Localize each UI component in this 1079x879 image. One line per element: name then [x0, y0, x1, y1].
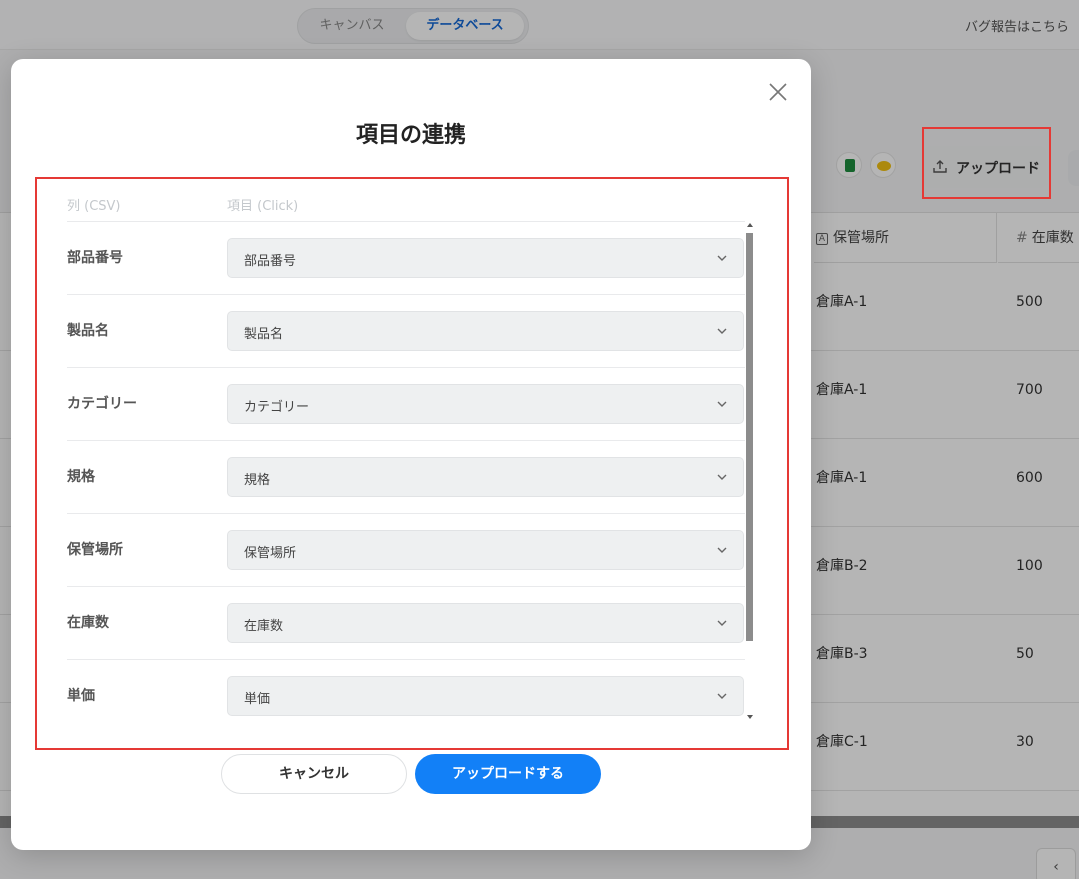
field-select-value: 製品名 [244, 327, 284, 342]
csv-column-label: 単価 [67, 688, 95, 704]
csv-column-label: カテゴリー [67, 396, 137, 412]
field-select[interactable]: 規格 [227, 457, 744, 497]
scrollbar-thumb[interactable] [746, 233, 753, 641]
mapping-row: 保管場所 保管場所 [67, 514, 745, 587]
chevron-down-icon [717, 620, 727, 626]
dialog-title: 項目の連携 [355, 123, 466, 148]
chevron-down-icon [717, 255, 727, 261]
close-icon[interactable] [767, 81, 789, 103]
csv-column-label: 規格 [67, 469, 95, 485]
csv-column-label: 在庫数 [67, 615, 109, 631]
field-select[interactable]: 部品番号 [227, 238, 744, 278]
field-select-value: 保管場所 [244, 546, 297, 561]
csv-column-label: 製品名 [67, 323, 109, 339]
scroll-down-arrow-icon[interactable] [747, 715, 753, 719]
mapping-column-headers: 列 (CSV) 項目 (Click) [67, 195, 757, 219]
field-mapping-dialog: 項目の連携 列 (CSV) 項目 (Click) 部品番号 部品番号 製品名 製… [11, 59, 811, 850]
field-select[interactable]: 保管場所 [227, 530, 744, 570]
chevron-down-icon [717, 474, 727, 480]
mapping-row: 規格 規格 [67, 441, 745, 514]
mapping-row: 部品番号 部品番号 [67, 222, 745, 295]
field-select[interactable]: 在庫数 [227, 603, 744, 643]
field-select-value: カテゴリー [244, 400, 310, 415]
chevron-down-icon [717, 328, 727, 334]
field-select-value: 部品番号 [244, 254, 297, 269]
mapping-row: カテゴリー カテゴリー [67, 368, 745, 441]
submit-upload-button[interactable]: アップロードする [415, 754, 601, 794]
mapping-list-scrollbar[interactable] [745, 221, 755, 721]
scroll-up-arrow-icon[interactable] [747, 223, 753, 227]
mapping-row: 製品名 製品名 [67, 295, 745, 368]
field-select-value: 在庫数 [244, 619, 284, 634]
cancel-button[interactable]: キャンセル [221, 754, 407, 794]
field-select-value: 規格 [244, 473, 271, 488]
field-select-value: 単価 [244, 692, 271, 707]
csv-column-label: 保管場所 [67, 542, 123, 558]
csv-column-label: 部品番号 [67, 250, 123, 266]
csv-column-header: 列 (CSV) [67, 199, 121, 214]
chevron-down-icon [717, 401, 727, 407]
field-select[interactable]: カテゴリー [227, 384, 744, 424]
chevron-down-icon [717, 547, 727, 553]
click-field-header: 項目 (Click) [227, 199, 299, 214]
mapping-row: 単価 単価 [67, 660, 745, 721]
field-select[interactable]: 単価 [227, 676, 744, 716]
mapping-list[interactable]: 部品番号 部品番号 製品名 製品名 カテゴリー カテゴリー 規格 規格 保管場所… [67, 221, 745, 721]
mapping-row: 在庫数 在庫数 [67, 587, 745, 660]
chevron-down-icon [717, 693, 727, 699]
field-select[interactable]: 製品名 [227, 311, 744, 351]
